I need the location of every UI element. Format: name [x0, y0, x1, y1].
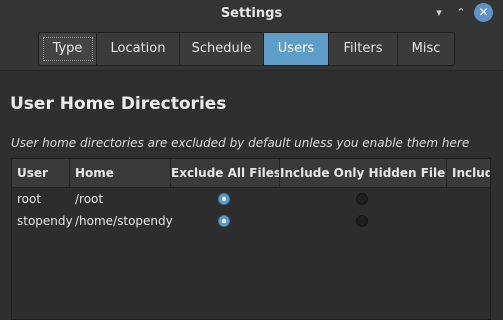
- tab-schedule[interactable]: Schedule: [180, 33, 264, 65]
- tab-type[interactable]: Type: [39, 33, 97, 65]
- table-row[interactable]: root /root: [12, 188, 490, 210]
- minimize-icon[interactable]: ▾: [430, 4, 448, 22]
- tab-location[interactable]: Location: [97, 33, 180, 65]
- include-hidden-radio[interactable]: [356, 193, 368, 205]
- home-cell: /home/stopendy: [75, 214, 173, 228]
- column-header-include-truncated[interactable]: Includ: [447, 159, 490, 187]
- include-hidden-radio[interactable]: [356, 215, 368, 227]
- tab-users[interactable]: Users: [264, 33, 329, 65]
- tab-bar: Type Location Schedule Users Filters Mis…: [0, 28, 503, 71]
- column-header-home[interactable]: Home: [70, 159, 171, 187]
- column-header-include-hidden[interactable]: Include Only Hidden Files: [280, 159, 447, 187]
- exclude-all-radio[interactable]: [218, 193, 230, 205]
- exclude-all-radio[interactable]: [218, 215, 230, 227]
- window-title: Settings: [220, 6, 283, 21]
- column-header-user[interactable]: User: [12, 159, 70, 187]
- section-description: User home directories are excluded by de…: [11, 136, 470, 150]
- close-icon[interactable]: ✕: [474, 3, 493, 22]
- tab-filters[interactable]: Filters: [329, 33, 398, 65]
- home-cell: /root: [75, 192, 104, 206]
- tab-strip: Type Location Schedule Users Filters Mis…: [38, 32, 455, 66]
- tab-misc[interactable]: Misc: [398, 33, 454, 65]
- maximize-icon[interactable]: ⌃: [452, 4, 470, 22]
- user-cell: stopendy: [17, 214, 73, 228]
- column-header-exclude-all[interactable]: Exclude All Files: [171, 159, 280, 187]
- table-header: User Home Exclude All Files Include Only…: [12, 159, 490, 188]
- users-panel: User Home Directories User home director…: [0, 71, 503, 320]
- user-home-table: User Home Exclude All Files Include Only…: [11, 158, 491, 320]
- table-row[interactable]: stopendy /home/stopendy: [12, 210, 490, 232]
- section-heading: User Home Directories: [10, 94, 227, 114]
- title-bar: Settings ▾ ⌃ ✕: [0, 0, 503, 28]
- user-cell: root: [17, 192, 42, 206]
